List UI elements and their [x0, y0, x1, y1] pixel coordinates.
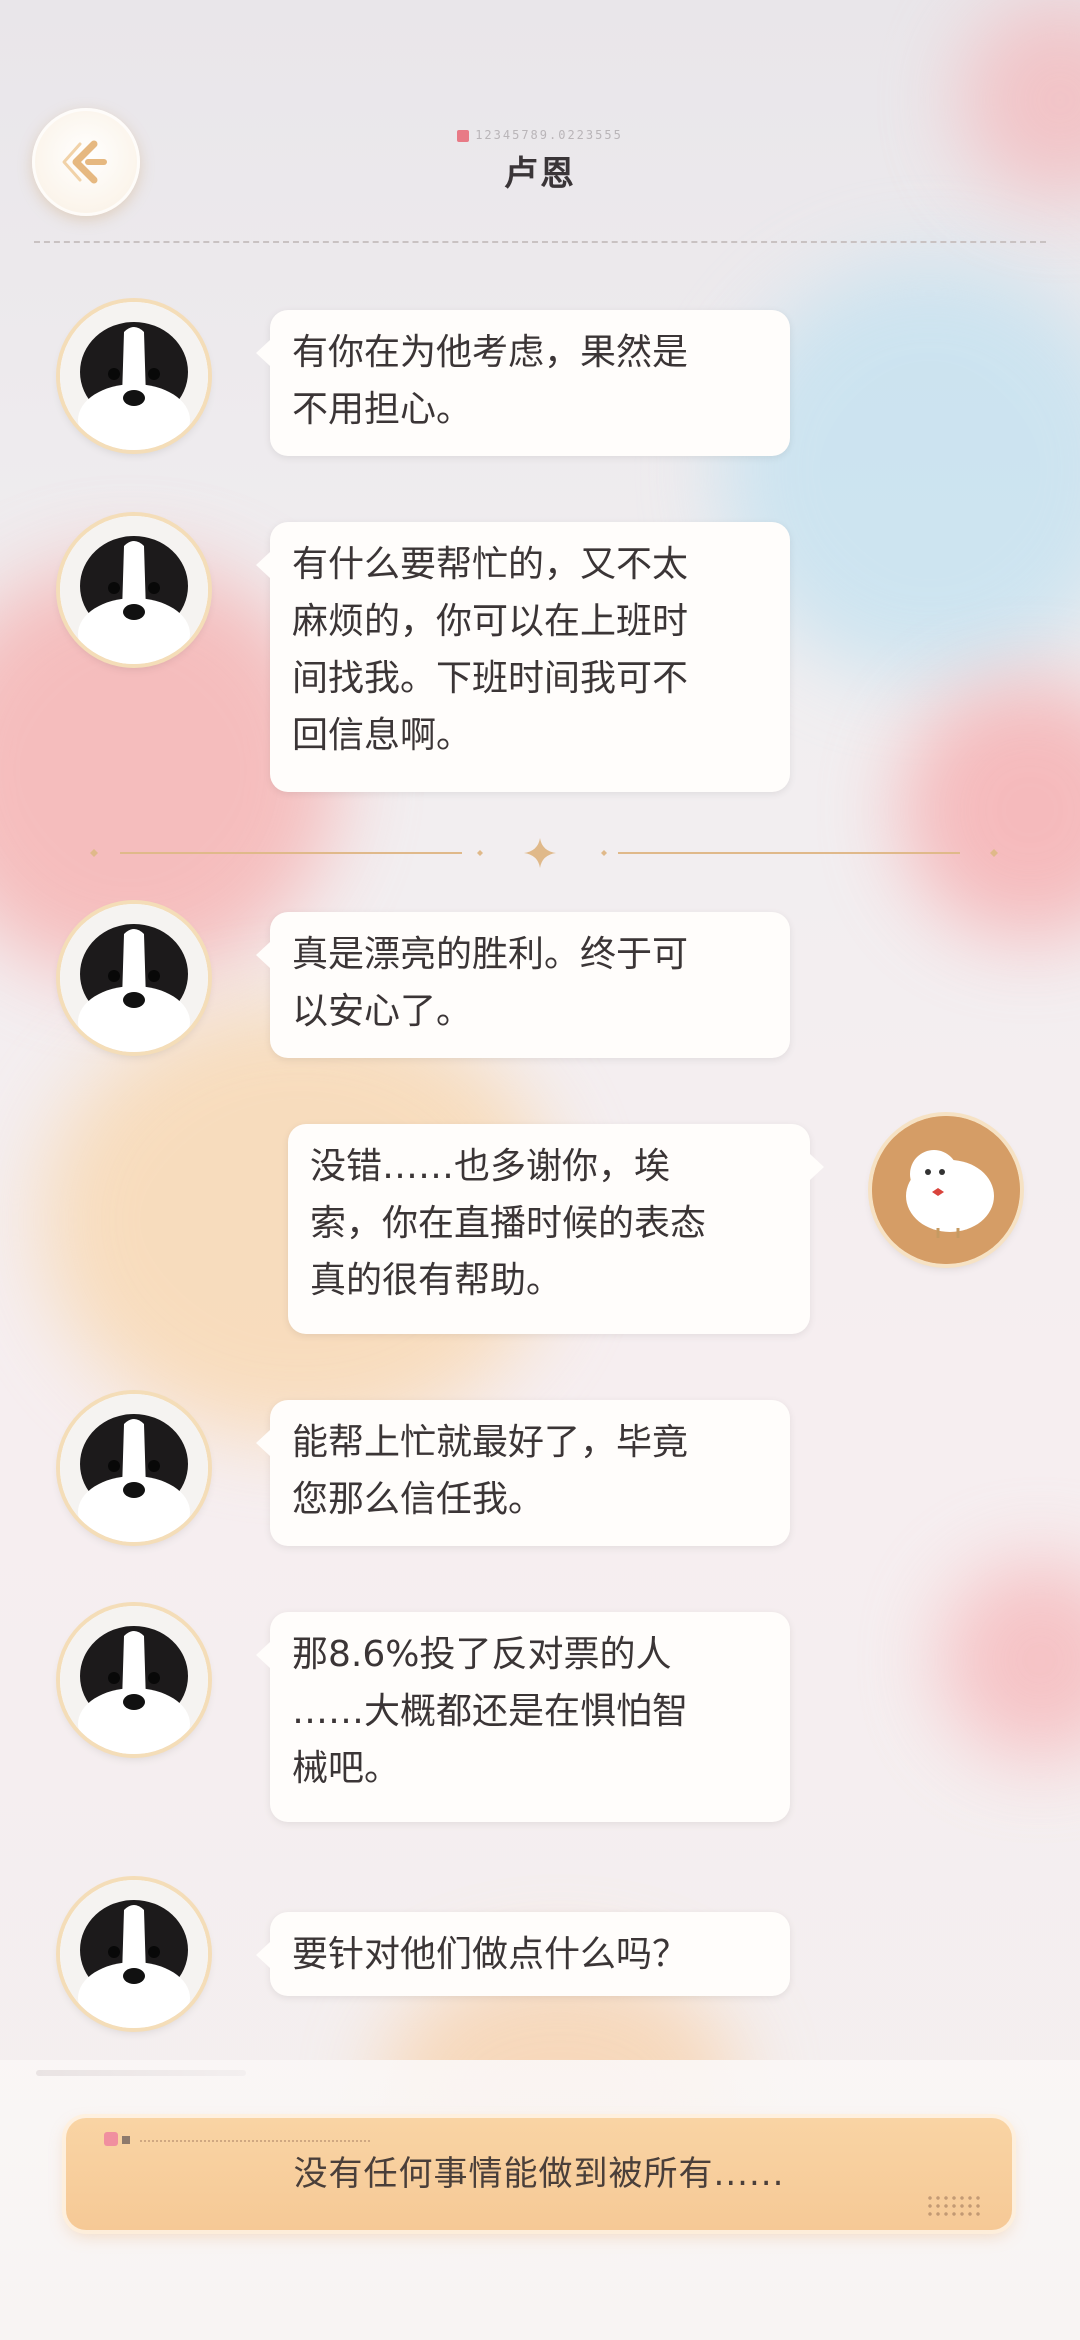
header-divider [34, 241, 1046, 243]
sparkle-icon [90, 849, 98, 857]
contact-avatar[interactable] [60, 1394, 208, 1542]
contact-serial: 12345789.0223555 [0, 128, 1080, 142]
message-bubble: 能帮上忙就最好了，毕竟 您那么信任我。 [256, 1400, 790, 1546]
message-bubble: 没错……也多谢你，埃 索，你在直播时候的表态 真的很有帮助。 [288, 1124, 824, 1334]
contact-avatar[interactable] [60, 1880, 208, 2028]
sparkle-icon [990, 849, 998, 857]
contact-avatar[interactable] [60, 1606, 208, 1754]
sparkle-icon [477, 850, 483, 856]
page-title: 卢恩 [504, 154, 576, 194]
contact-avatar[interactable] [60, 516, 208, 664]
sparkle-icon [601, 850, 607, 856]
message-bubble: 有你在为他考虑，果然是 不用担心。 [256, 310, 790, 456]
sparkle-icon [524, 838, 556, 868]
reply-option-button[interactable]: 没有任何事情能做到被所有...... [66, 2118, 1012, 2230]
message-bubble: 真是漂亮的胜利。终于可 以安心了。 [256, 912, 790, 1058]
contact-avatar[interactable] [60, 904, 208, 1052]
reply-option-label: 没有任何事情能做到被所有...... [293, 2154, 785, 2194]
panel-handle [36, 2070, 246, 2076]
time-separator [0, 838, 1080, 868]
message-bubble: 要针对他们做点什么吗？ [256, 1912, 790, 1996]
chat-header: 12345789.0223555 卢恩 [0, 0, 1080, 245]
contact-avatar[interactable] [60, 302, 208, 450]
message-bubble: 那8.6%投了反对票的人 ……大概都还是在惧怕智 械吧。 [256, 1612, 790, 1822]
my-avatar[interactable] [872, 1116, 1020, 1264]
message-bubble: 有什么要帮忙的，又不太 麻烦的，你可以在上班时 间找我。下班时间我可不 回信息啊… [256, 522, 790, 792]
